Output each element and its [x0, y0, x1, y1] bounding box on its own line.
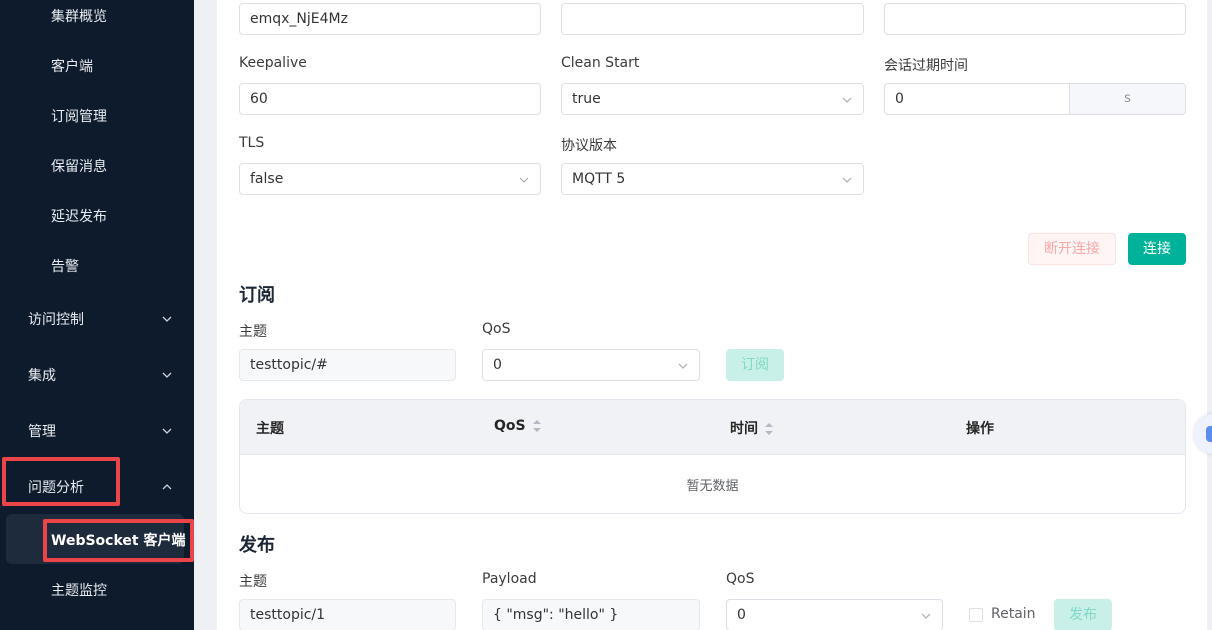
publish-qos-value: 0	[737, 607, 746, 623]
protocol-version-value: MQTT 5	[572, 171, 626, 187]
publish-topic-label: 主题	[239, 574, 267, 590]
tls-select[interactable]: false	[239, 163, 541, 195]
sidebar-group-diagnose[interactable]: 问题分析	[28, 477, 84, 497]
chevron-down-icon	[677, 360, 689, 372]
disconnect-button[interactable]: 断开连接	[1028, 233, 1116, 265]
table-header: 主题 QoS 时间 操作	[240, 400, 1185, 455]
subscribe-topic-input[interactable]: testtopic/#	[239, 349, 456, 381]
publish-button[interactable]: 发布	[1054, 599, 1112, 630]
keepalive-label: Keepalive	[239, 55, 307, 71]
sidebar-item-topic-metrics[interactable]: 主题监控	[51, 580, 107, 600]
sidebar-item-subscriptions[interactable]: 订阅管理	[51, 106, 107, 126]
chevron-down-icon	[160, 368, 174, 382]
session-expiry-input[interactable]: 0 s	[884, 83, 1186, 115]
clean-start-value: true	[572, 91, 601, 107]
session-expiry-label: 会话过期时间	[884, 58, 968, 74]
sort-icon[interactable]	[764, 422, 774, 436]
subscribe-qos-label: QoS	[482, 321, 511, 337]
clean-start-label: Clean Start	[561, 55, 640, 71]
publish-topic-input[interactable]: testtopic/1	[239, 599, 456, 630]
retain-checkbox[interactable]	[969, 608, 983, 622]
sidebar: 集群概览 客户端 订阅管理 保留消息 延迟发布 告警 访问控制 集成 管理 问题…	[0, 0, 194, 630]
subscribe-section-title: 订阅	[239, 285, 275, 306]
chevron-up-icon	[160, 480, 174, 494]
sidebar-group-integration[interactable]: 集成	[28, 365, 56, 385]
connect-button[interactable]: 连接	[1128, 233, 1186, 265]
sidebar-item-clients[interactable]: 客户端	[51, 56, 93, 76]
subscribe-button[interactable]: 订阅	[726, 349, 784, 381]
keepalive-input[interactable]: 60	[239, 83, 541, 115]
publish-section-title: 发布	[239, 535, 275, 556]
sidebar-group-management[interactable]: 管理	[28, 421, 56, 441]
protocol-version-select[interactable]: MQTT 5	[561, 163, 864, 195]
chevron-down-icon	[920, 610, 932, 622]
protocol-version-label: 协议版本	[561, 138, 617, 154]
retain-label: Retain	[991, 606, 1036, 622]
column-header-actions: 操作	[966, 421, 994, 437]
sidebar-item-alarms[interactable]: 告警	[51, 256, 79, 276]
column-header-topic: 主题	[256, 421, 284, 437]
payload-input[interactable]: { "msg": "hello" }	[482, 599, 700, 630]
subscribe-qos-select[interactable]: 0	[482, 349, 700, 381]
payload-label: Payload	[482, 571, 537, 587]
client-id-input[interactable]: emqx_NjE4Mz	[239, 3, 541, 35]
chevron-down-icon	[160, 312, 174, 326]
subscribe-topic-label: 主题	[239, 324, 267, 340]
publish-qos-label: QoS	[726, 571, 755, 587]
sort-icon[interactable]	[532, 419, 542, 433]
subscribe-qos-value: 0	[493, 357, 502, 373]
sidebar-item-websocket-client[interactable]: WebSocket 客户端	[51, 530, 185, 550]
tls-value: false	[250, 171, 284, 187]
sidebar-item-delayed-publish[interactable]: 延迟发布	[51, 206, 107, 226]
table-empty-text: 暂无数据	[686, 479, 739, 494]
session-expiry-value: 0	[895, 91, 904, 107]
chevron-down-icon	[160, 424, 174, 438]
column-header-qos[interactable]: QoS	[494, 418, 542, 434]
sidebar-item-retained-messages[interactable]: 保留消息	[51, 156, 107, 176]
sidebar-group-access-control[interactable]: 访问控制	[28, 309, 84, 329]
chat-icon	[1206, 426, 1212, 442]
chevron-down-icon	[841, 94, 853, 106]
clean-start-select[interactable]: true	[561, 83, 864, 115]
username-input[interactable]	[561, 3, 864, 35]
tls-label: TLS	[239, 135, 265, 151]
chevron-down-icon	[518, 174, 530, 186]
subscriptions-table: 主题 QoS 时间 操作 暂无数据	[239, 399, 1186, 514]
session-expiry-unit: s	[1069, 84, 1185, 114]
publish-qos-select[interactable]: 0	[726, 599, 943, 630]
chevron-down-icon	[841, 174, 853, 186]
sidebar-item-cluster-overview[interactable]: 集群概览	[51, 6, 107, 26]
column-header-time[interactable]: 时间	[730, 418, 774, 438]
password-input[interactable]	[884, 3, 1186, 35]
